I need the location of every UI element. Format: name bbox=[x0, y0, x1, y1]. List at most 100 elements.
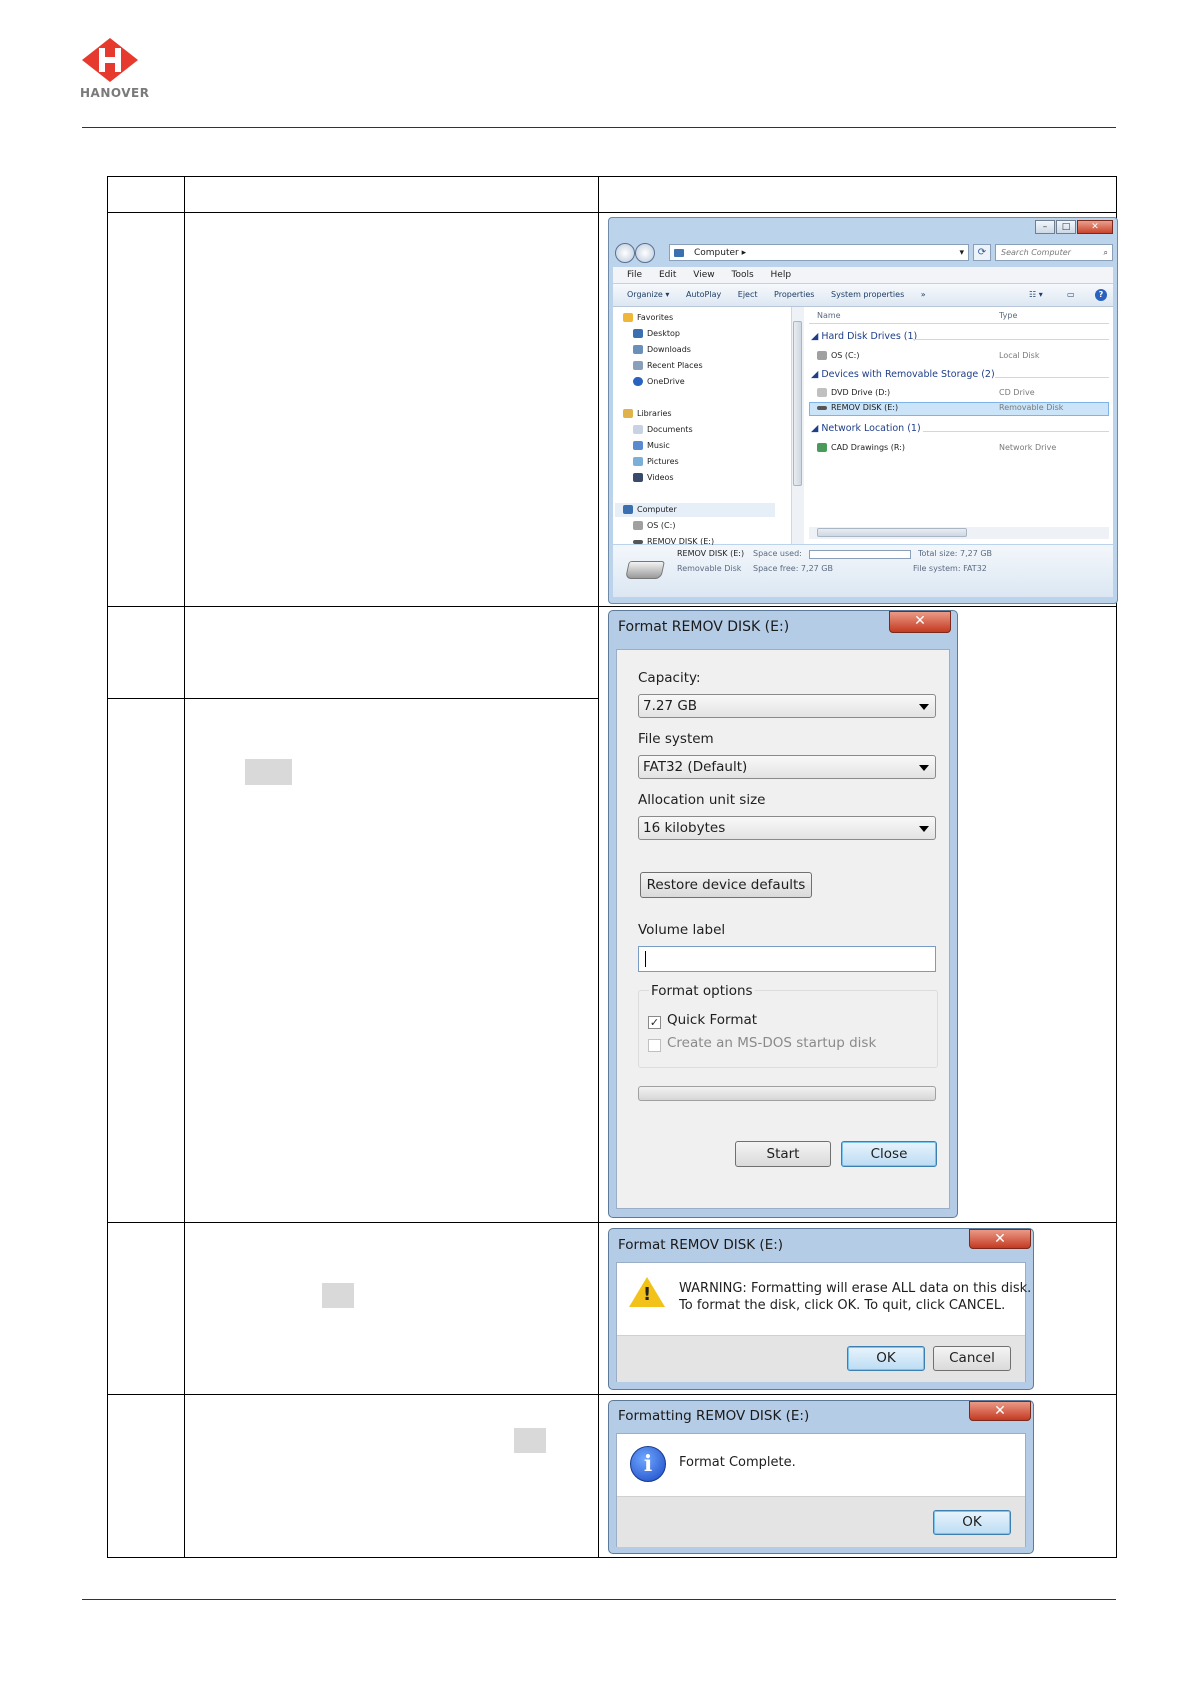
format-dialog-close-button[interactable]: ✕ bbox=[889, 611, 951, 633]
toolbar-autoplay[interactable]: AutoPlay bbox=[686, 290, 721, 299]
details-pane: REMOV DISK (E:) Space used: Total size: … bbox=[613, 545, 1113, 597]
hanover-logo: HANOVER bbox=[80, 36, 150, 106]
item-remov-disk[interactable]: REMOV DISK (E:) bbox=[817, 403, 898, 412]
capacity-select[interactable]: 7.27 GB bbox=[638, 694, 936, 718]
toolbar-organize[interactable]: Organize ▾ bbox=[627, 290, 669, 299]
restore-defaults-button[interactable]: Restore device defaults bbox=[640, 872, 812, 898]
nav-music[interactable]: Music bbox=[633, 439, 670, 453]
warning-message-line2: To format the disk, click OK. To quit, c… bbox=[679, 1298, 1006, 1313]
warning-dialog-body: ! WARNING: Formatting will erase ALL dat… bbox=[616, 1262, 1031, 1382]
nav-libraries[interactable]: Libraries bbox=[623, 407, 672, 421]
msdos-startup-checkbox[interactable] bbox=[648, 1039, 661, 1052]
nav-computer[interactable]: Computer bbox=[623, 503, 677, 517]
nav-documents[interactable]: Documents bbox=[633, 423, 693, 437]
toolbar-more[interactable]: » bbox=[921, 290, 926, 299]
downloads-icon bbox=[633, 345, 643, 354]
group-network-location[interactable]: ◢ Network Location (1) bbox=[811, 423, 921, 434]
header-divider bbox=[809, 323, 1109, 324]
content-scrollbar-thumb[interactable] bbox=[817, 528, 967, 537]
hanover-logo-mark bbox=[82, 38, 138, 82]
menu-help[interactable]: Help bbox=[771, 270, 792, 280]
preview-pane-icon[interactable]: ▭ bbox=[1067, 284, 1075, 306]
table-header-line bbox=[107, 212, 1117, 213]
item-cad-drawings[interactable]: CAD Drawings (R:) bbox=[817, 443, 905, 452]
music-icon bbox=[633, 441, 643, 450]
volume-label-label: Volume label bbox=[638, 922, 726, 938]
cancel-button[interactable]: Cancel bbox=[933, 1346, 1011, 1371]
toolbar-properties[interactable]: Properties bbox=[774, 290, 814, 299]
nav-desktop[interactable]: Desktop bbox=[633, 327, 680, 341]
details-file-system: File system: FAT32 bbox=[913, 564, 987, 573]
explorer-body: Favorites Desktop Downloads Recent Place… bbox=[613, 307, 1113, 546]
msdos-startup-label: Create an MS-DOS startup disk bbox=[667, 1035, 877, 1051]
file-system-label: File system bbox=[638, 731, 714, 747]
complete-dialog-close-button[interactable]: ✕ bbox=[969, 1401, 1031, 1421]
menu-tools[interactable]: Tools bbox=[731, 270, 753, 280]
minimize-button[interactable]: – bbox=[1035, 220, 1055, 234]
item-remov-type: Removable Disk bbox=[999, 403, 1064, 412]
ok-button[interactable]: OK bbox=[933, 1510, 1011, 1535]
nav-recent-places[interactable]: Recent Places bbox=[633, 359, 703, 373]
warning-dialog-title: Format REMOV DISK (E:) bbox=[618, 1237, 784, 1253]
volume-label-input[interactable] bbox=[638, 946, 936, 972]
format-options-label: Format options bbox=[649, 983, 755, 999]
quick-format-checkbox[interactable]: ✓ bbox=[648, 1016, 661, 1029]
hard-disk-icon bbox=[817, 351, 827, 360]
recent-places-icon bbox=[633, 361, 643, 370]
nav-downloads[interactable]: Downloads bbox=[633, 343, 691, 357]
nav-scrollbar-thumb[interactable] bbox=[793, 321, 802, 486]
explorer-window: – □ ✕ Computer ▸ ▾ ⟳ Search Computer ⌕ F… bbox=[608, 217, 1118, 604]
file-system-select[interactable]: FAT32 (Default) bbox=[638, 755, 936, 779]
explorer-toolbar: Organize ▾ AutoPlay Eject Properties Sys… bbox=[613, 284, 1113, 307]
item-os-drive[interactable]: OS (C:) bbox=[817, 351, 859, 360]
nav-pictures[interactable]: Pictures bbox=[633, 455, 679, 469]
details-total-size: Total size: 7,27 GB bbox=[918, 549, 993, 558]
header-rule bbox=[82, 127, 1116, 128]
group-divider bbox=[923, 431, 1109, 432]
search-input[interactable]: Search Computer ⌕ bbox=[995, 244, 1113, 261]
view-options-icon[interactable]: ☷ ▾ bbox=[1029, 284, 1043, 306]
capacity-value: 7.27 GB bbox=[643, 698, 698, 714]
format-complete-dialog: Formatting REMOV DISK (E:) ✕ i Format Co… bbox=[608, 1400, 1034, 1554]
column-type[interactable]: Type bbox=[999, 311, 1017, 320]
nav-os-drive[interactable]: OS (C:) bbox=[633, 519, 675, 533]
ok-button[interactable]: OK bbox=[847, 1346, 925, 1371]
address-bar[interactable]: Computer ▸ ▾ bbox=[669, 244, 969, 261]
warning-dialog-close-button[interactable]: ✕ bbox=[969, 1229, 1031, 1249]
chevron-down-icon bbox=[919, 826, 929, 832]
explorer-address-row: Computer ▸ ▾ ⟳ Search Computer ⌕ bbox=[613, 242, 1113, 264]
forward-arrow-icon[interactable] bbox=[635, 243, 655, 263]
close-button[interactable]: ✕ bbox=[1077, 220, 1113, 234]
chevron-down-icon bbox=[919, 765, 929, 771]
toolbar-eject[interactable]: Eject bbox=[738, 290, 758, 299]
nav-scrollbar[interactable] bbox=[791, 307, 804, 544]
menu-file[interactable]: File bbox=[627, 270, 642, 280]
footer-rule bbox=[82, 1599, 1116, 1600]
close-button[interactable]: Close bbox=[841, 1141, 937, 1167]
details-space-free: Space free: 7,27 GB bbox=[753, 564, 833, 573]
back-arrow-icon[interactable] bbox=[615, 243, 635, 263]
group-removable-storage[interactable]: ◢ Devices with Removable Storage (2) bbox=[811, 369, 995, 380]
capacity-label: Capacity: bbox=[638, 670, 701, 686]
content-pane: Name Type ◢ Hard Disk Drives (1) OS (C:)… bbox=[805, 307, 1113, 544]
help-icon[interactable]: ? bbox=[1095, 289, 1107, 301]
warning-message-line1: WARNING: Formatting will erase ALL data … bbox=[679, 1281, 1032, 1296]
nav-favorites[interactable]: Favorites bbox=[623, 311, 673, 325]
logo-text: HANOVER bbox=[80, 86, 150, 100]
menu-edit[interactable]: Edit bbox=[659, 270, 676, 280]
column-name[interactable]: Name bbox=[817, 311, 841, 320]
item-dvd-drive[interactable]: DVD Drive (D:) bbox=[817, 388, 890, 397]
nav-onedrive[interactable]: OneDrive bbox=[633, 375, 685, 389]
refresh-icon[interactable]: ⟳ bbox=[973, 244, 991, 261]
maximize-button[interactable]: □ bbox=[1056, 220, 1076, 234]
content-scrollbar[interactable] bbox=[809, 527, 1109, 539]
group-hard-disk-drives[interactable]: ◢ Hard Disk Drives (1) bbox=[811, 331, 917, 342]
start-button[interactable]: Start bbox=[735, 1141, 831, 1167]
pictures-icon bbox=[633, 457, 643, 466]
toolbar-system-properties[interactable]: System properties bbox=[831, 290, 904, 299]
nav-videos[interactable]: Videos bbox=[633, 471, 674, 485]
table-border-left bbox=[107, 176, 108, 1557]
address-dropdown-icon[interactable]: ▾ bbox=[959, 245, 964, 261]
menu-view[interactable]: View bbox=[693, 270, 714, 280]
allocation-unit-select[interactable]: 16 kilobytes bbox=[638, 816, 936, 840]
